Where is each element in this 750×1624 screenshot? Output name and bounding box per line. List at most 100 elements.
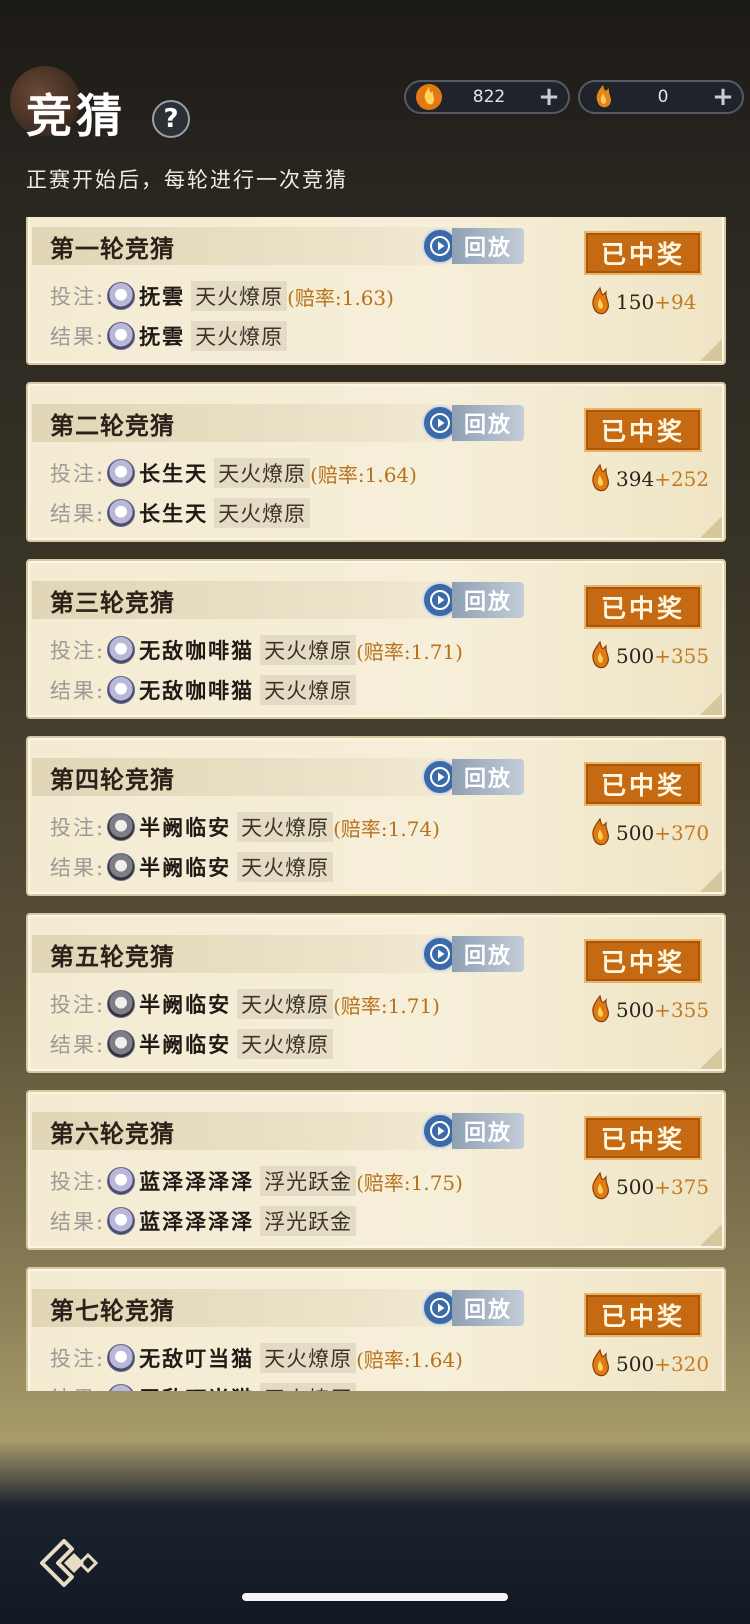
result-label: 结果: (50, 856, 106, 880)
replay-label: 回放 (452, 936, 525, 972)
home-indicator[interactable] (242, 1593, 508, 1601)
player-avatar-icon (107, 499, 136, 527)
bet-player-name: 无敌叮当猫 (139, 1346, 255, 1371)
replay-button[interactable]: 回放 (422, 1112, 542, 1150)
round-title: 第六轮竞猜 (50, 1119, 175, 1148)
result-team-name: 天火燎原 (260, 1383, 357, 1391)
currency-secondary: 0 + (578, 80, 744, 114)
result-row: 结果: 半阙临安 天火燎原 (50, 1029, 334, 1059)
won-status-badge: 已中奖 (584, 585, 702, 629)
player-avatar-icon (107, 813, 136, 841)
reward-base: 500 (616, 998, 655, 1022)
add-currency-primary-button[interactable]: + (534, 84, 564, 110)
player-avatar-icon (107, 1344, 136, 1372)
replay-label: 回放 (452, 405, 525, 441)
won-status-badge: 已中奖 (584, 408, 702, 452)
replay-label: 回放 (452, 582, 525, 618)
result-team-name: 浮光跃金 (260, 1206, 357, 1236)
reward-bonus: +370 (654, 821, 710, 845)
page-subtitle: 正赛开始后，每轮进行一次竞猜 (26, 168, 348, 192)
round-card: 第一轮竞猜 回放 投注: 抚雲 天火燎原 (赔率:1.63) 结果: 抚雲 天火… (26, 217, 726, 365)
reward-amount: 500 +320 (586, 1347, 709, 1381)
add-currency-secondary-button[interactable]: + (708, 84, 738, 110)
bet-player-name: 无敌咖啡猫 (139, 638, 255, 663)
replay-button[interactable]: 回放 (422, 758, 542, 796)
reward-base: 150 (616, 290, 655, 314)
result-player-name: 无敌咖啡猫 (139, 678, 255, 703)
result-label: 结果: (50, 325, 106, 349)
replay-button[interactable]: 回放 (422, 935, 542, 973)
bet-odds: (赔率:1.63) (287, 285, 394, 310)
player-avatar-icon (107, 1167, 136, 1195)
rounds-list-inner: 第一轮竞猜 回放 投注: 抚雲 天火燎原 (赔率:1.63) 结果: 抚雲 天火… (26, 217, 728, 1391)
flame-coin-icon (592, 463, 609, 492)
bet-player-name: 长生天 (139, 461, 209, 486)
rounds-list[interactable]: 第一轮竞猜 回放 投注: 抚雲 天火燎原 (赔率:1.63) 结果: 抚雲 天火… (26, 217, 728, 1391)
won-status-badge: 已中奖 (584, 939, 702, 983)
replay-button[interactable]: 回放 (422, 227, 542, 265)
result-row: 结果: 无敌咖啡猫 天火燎原 (50, 675, 357, 705)
flame-coin-icon (592, 994, 609, 1023)
back-icon[interactable] (34, 1530, 100, 1596)
bet-odds: (赔率:1.71) (333, 993, 440, 1018)
result-player-name: 长生天 (139, 501, 209, 526)
replay-label: 回放 (452, 228, 525, 264)
bet-label: 投注: (50, 285, 106, 309)
player-avatar-icon (107, 282, 136, 310)
bet-team-name: 浮光跃金 (260, 1166, 357, 1196)
round-card: 第五轮竞猜 回放 投注: 半阙临安 天火燎原 (赔率:1.71) 结果: 半阙临… (26, 913, 726, 1073)
reward-bonus: +355 (654, 644, 710, 668)
bet-team-name: 天火燎原 (191, 281, 288, 311)
result-row: 结果: 长生天 天火燎原 (50, 498, 311, 528)
bet-label: 投注: (50, 993, 106, 1017)
flame-coin-alt-icon (596, 85, 611, 108)
result-player-name: 半阙临安 (139, 855, 232, 880)
player-avatar-icon (107, 1384, 136, 1391)
reward-base: 500 (616, 644, 655, 668)
result-label: 结果: (50, 1210, 106, 1234)
won-status-badge: 已中奖 (584, 762, 702, 806)
flame-coin-icon (592, 640, 609, 669)
result-player-name: 抚雲 (139, 324, 186, 349)
player-avatar-icon (107, 1207, 136, 1235)
reward-amount: 500 +375 (586, 1170, 709, 1204)
player-avatar-icon (107, 990, 136, 1018)
reward-base: 394 (616, 467, 655, 491)
bet-player-name: 半阙临安 (139, 815, 232, 840)
round-title: 第七轮竞猜 (50, 1296, 175, 1325)
bet-label: 投注: (50, 816, 106, 840)
bet-row: 投注: 长生天 天火燎原 (赔率:1.64) (50, 458, 417, 488)
round-card: 第六轮竞猜 回放 投注: 蓝泽泽泽泽 浮光跃金 (赔率:1.75) 结果: 蓝泽… (26, 1090, 726, 1250)
won-status-badge: 已中奖 (584, 1293, 702, 1337)
reward-base: 500 (616, 1352, 655, 1376)
bottom-bar (0, 1506, 750, 1624)
replay-button[interactable]: 回放 (422, 404, 542, 442)
flame-coin-icon (592, 1348, 609, 1377)
bet-row: 投注: 半阙临安 天火燎原 (赔率:1.71) (50, 989, 440, 1019)
page-title: 竞猜 (26, 89, 126, 143)
help-button[interactable]: ? (152, 100, 190, 138)
replay-label: 回放 (452, 759, 525, 795)
player-avatar-icon (107, 1030, 136, 1058)
round-card: 第四轮竞猜 回放 投注: 半阙临安 天火燎原 (赔率:1.74) 结果: 半阙临… (26, 736, 726, 896)
reward-bonus: +252 (654, 467, 710, 491)
round-card: 第二轮竞猜 回放 投注: 长生天 天火燎原 (赔率:1.64) 结果: 长生天 … (26, 382, 726, 542)
result-label: 结果: (50, 502, 106, 526)
round-card: 第七轮竞猜 回放 投注: 无敌叮当猫 天火燎原 (赔率:1.64) 结果: 无敌… (26, 1267, 726, 1391)
result-label: 结果: (50, 679, 106, 703)
player-avatar-icon (107, 459, 136, 487)
flame-coin-icon (592, 286, 609, 315)
bet-odds: (赔率:1.64) (356, 1347, 463, 1372)
currency-primary: 822 + (404, 80, 570, 114)
round-title: 第一轮竞猜 (50, 234, 175, 263)
round-card: 第三轮竞猜 回放 投注: 无敌咖啡猫 天火燎原 (赔率:1.71) 结果: 无敌… (26, 559, 726, 719)
flame-coin-icon (592, 1171, 609, 1200)
replay-button[interactable]: 回放 (422, 581, 542, 619)
replay-button[interactable]: 回放 (422, 1289, 542, 1327)
bet-player-name: 蓝泽泽泽泽 (139, 1169, 255, 1194)
result-row: 结果: 蓝泽泽泽泽 浮光跃金 (50, 1206, 357, 1236)
result-team-name: 天火燎原 (237, 852, 334, 882)
bet-label: 投注: (50, 639, 106, 663)
won-status-badge: 已中奖 (584, 231, 702, 275)
bet-team-name: 天火燎原 (237, 989, 334, 1019)
